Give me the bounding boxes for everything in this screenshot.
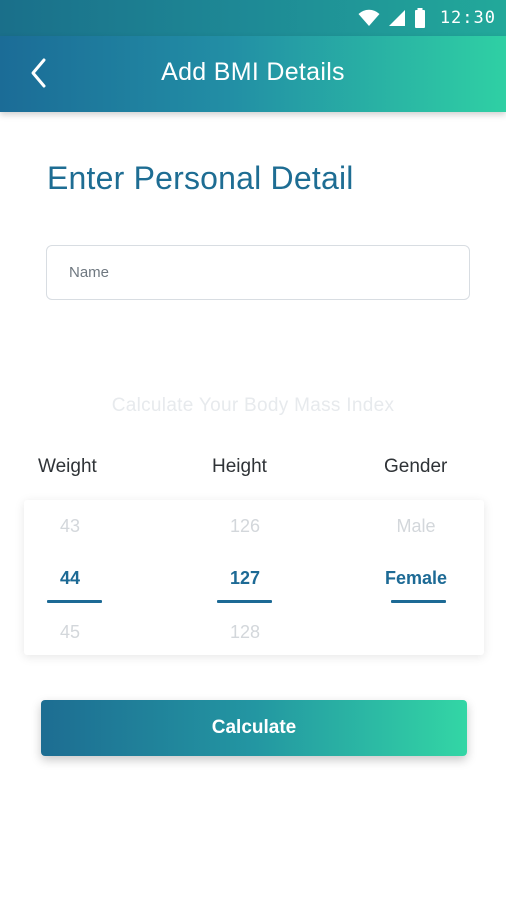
app-bar: Add BMI Details [0, 36, 506, 112]
height-label: Height [212, 456, 267, 477]
gender-picker[interactable]: Male Female [366, 500, 466, 655]
weight-label: Weight [38, 456, 97, 477]
calculate-button[interactable]: Calculate [41, 700, 467, 756]
gender-selection-underline [391, 600, 446, 603]
gender-prev-value[interactable]: Male [366, 516, 466, 537]
section-title: Enter Personal Detail [47, 160, 354, 196]
height-prev-value[interactable]: 126 [195, 516, 295, 537]
height-picker[interactable]: 126 127 128 [195, 500, 295, 655]
weight-next-value[interactable]: 45 [20, 622, 120, 643]
name-input[interactable] [46, 245, 470, 300]
weight-selection-underline [47, 600, 102, 603]
weight-prev-value[interactable]: 43 [20, 516, 120, 537]
status-icons: 12:30 [358, 8, 496, 28]
gender-label: Gender [384, 456, 448, 477]
height-selection-underline [217, 600, 272, 603]
bmi-subtitle: Calculate Your Body Mass Index [111, 395, 395, 416]
status-bar: 12:30 [0, 0, 506, 36]
height-selected-value[interactable]: 127 [195, 568, 295, 589]
bmi-picker-card: 43 44 45 126 127 128 Male Female [24, 500, 484, 655]
gender-selected-value[interactable]: Female [366, 568, 466, 589]
status-time: 12:30 [439, 8, 496, 28]
wifi-icon [358, 9, 380, 26]
height-next-value[interactable]: 128 [195, 622, 295, 643]
weight-selected-value[interactable]: 44 [20, 568, 120, 589]
cell-signal-icon [388, 10, 405, 26]
battery-icon [414, 8, 425, 28]
weight-picker[interactable]: 43 44 45 [20, 500, 120, 655]
page-title: Add BMI Details [161, 58, 345, 86]
